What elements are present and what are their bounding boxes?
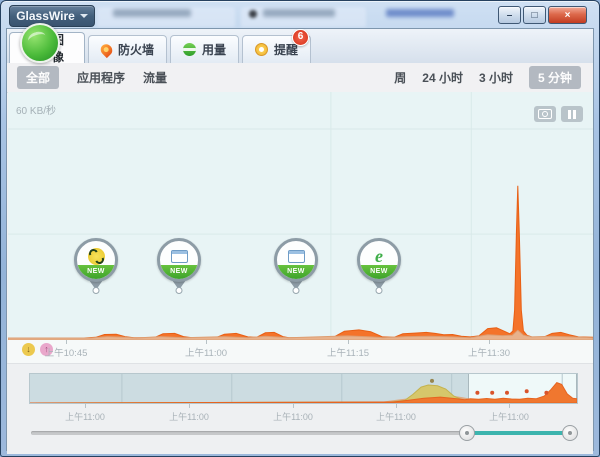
new-badge: NEW — [277, 265, 315, 279]
axis-tick — [206, 340, 207, 344]
timeline-tick — [509, 404, 510, 408]
dropdown-arrow-icon — [79, 14, 88, 18]
window-app-icon — [287, 249, 305, 263]
timeline-label: 上午11:00 — [489, 412, 529, 422]
app-menu-button[interactable]: GlassWire — [9, 5, 95, 27]
title-bar: GlassWire – □ × — [1, 1, 599, 28]
slider-right-handle[interactable] — [562, 425, 578, 441]
range-24h-button[interactable]: 24 小时 — [422, 69, 463, 86]
flame-icon — [98, 41, 115, 58]
history-timeline-band[interactable] — [29, 373, 578, 404]
close-button[interactable]: × — [548, 6, 587, 24]
history-mini-chart — [30, 374, 577, 403]
pause-icon — [568, 109, 576, 119]
background-tab-text — [113, 9, 191, 17]
window-controls: – □ × — [496, 6, 587, 24]
maximize-button[interactable]: □ — [523, 6, 546, 24]
window-app-icon — [170, 249, 188, 263]
filter-traffic-button[interactable]: 流量 — [143, 69, 167, 86]
minimize-icon: – — [506, 9, 513, 21]
background-tab-text — [263, 9, 335, 17]
new-badge: NEW — [77, 265, 115, 279]
time-label: 上午10:45 — [44, 348, 88, 359]
range-5min-button[interactable]: 5 分钟 — [528, 66, 581, 89]
glasswire-window: GlassWire – □ × 图像 防火墙 — [0, 0, 600, 457]
timeline-label: 上午11:00 — [273, 412, 313, 422]
range-week-button[interactable]: 周 — [394, 69, 406, 86]
event-dot — [375, 287, 383, 294]
tab-usage[interactable]: 用量 — [170, 35, 240, 63]
filter-apps-button[interactable]: 应用程序 — [77, 69, 125, 86]
close-icon: × — [564, 9, 571, 21]
new-badge: NEW — [360, 265, 398, 279]
new-app-marker-1[interactable]: NEW — [74, 238, 118, 294]
alerts-count-badge: 6 — [292, 29, 309, 46]
filter-all-button[interactable]: 全部 — [17, 66, 60, 89]
new-app-marker-2[interactable]: NEW — [157, 238, 201, 294]
axis-tick — [489, 340, 490, 344]
timeline-label: 上午11:00 — [65, 412, 105, 422]
app-menu-label: GlassWire — [16, 9, 75, 23]
new-badge: NEW — [160, 265, 198, 279]
filter-toolbar: 全部 应用程序 流量 周 24 小时 3 小时 5 分钟 — [7, 63, 593, 93]
timeline-tick — [85, 404, 86, 408]
tab-usage-label: 用量 — [202, 43, 227, 57]
time-axis: ↓ ↑ 上午10:45 上午11:00 上午11:15 上午11:30 — [8, 340, 593, 363]
new-app-marker-4[interactable]: e NEW — [357, 238, 401, 294]
minimize-button[interactable]: – — [498, 6, 521, 24]
timeline-tick — [189, 404, 190, 408]
time-label: 上午11:15 — [326, 348, 370, 359]
screenshot-camera-button[interactable] — [534, 106, 556, 122]
background-tab-text — [386, 9, 454, 17]
background-tab-favicon — [249, 10, 257, 18]
sync-arrows-app-icon — [87, 247, 105, 265]
event-dot — [175, 287, 183, 294]
internet-explorer-icon: e — [375, 246, 383, 266]
pause-graph-button[interactable] — [561, 106, 583, 122]
timeline-label: 上午11:00 — [376, 412, 416, 422]
timeline-label: 上午11:00 — [169, 412, 209, 422]
usage-sphere-icon — [183, 43, 197, 56]
event-dot — [92, 287, 100, 294]
event-dot — [292, 287, 300, 294]
app-panel: 图像 防火墙 用量 提醒 6 全部 应用程序 — [6, 23, 594, 454]
tab-bar: 图像 防火墙 用量 提醒 6 — [7, 23, 593, 64]
time-label: 上午11:00 — [184, 348, 228, 359]
camera-icon — [538, 109, 552, 119]
glasswire-globe-icon — [20, 23, 60, 63]
timeline-tick — [396, 404, 397, 408]
timeline-tick — [293, 404, 294, 408]
timeline-panel: 上午11:00 上午11:00 上午11:00 上午11:00 上午11:00 — [7, 363, 593, 454]
download-legend-toggle[interactable]: ↓ — [22, 343, 35, 356]
tab-firewall-label: 防火墙 — [118, 43, 155, 57]
y-scale-label: 60 KB/秒 — [16, 106, 57, 117]
traffic-area-chart — [8, 92, 593, 340]
axis-tick — [348, 340, 349, 344]
alert-bubble-icon — [255, 43, 269, 56]
slider-selected-range[interactable] — [467, 431, 570, 435]
range-3h-button[interactable]: 3 小时 — [479, 69, 513, 86]
slider-left-handle[interactable] — [459, 425, 475, 441]
new-app-marker-3[interactable]: NEW — [274, 238, 318, 294]
network-activity-graph[interactable]: 60 KB/秒 NEW NEW NEW e NEW — [8, 92, 593, 341]
time-label: 上午11:30 — [467, 348, 511, 359]
axis-tick — [66, 340, 67, 344]
tab-firewall[interactable]: 防火墙 — [88, 35, 168, 63]
maximize-icon: □ — [531, 9, 538, 21]
